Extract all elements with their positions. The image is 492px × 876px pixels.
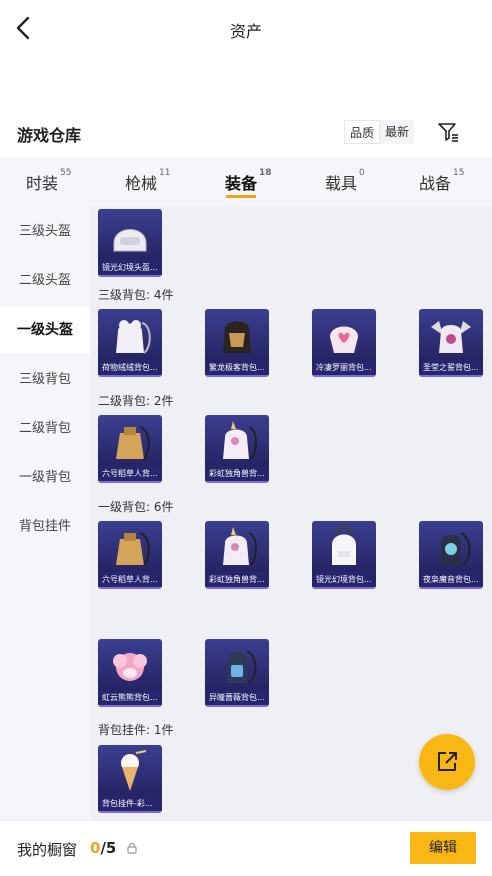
item-name: 背包挂件-彩...: [98, 796, 162, 811]
backpack-icon: [116, 320, 151, 354]
item-name: 繁龙极客背包...: [205, 360, 269, 375]
tab-vehicles[interactable]: 载具0: [325, 168, 365, 194]
sidebar-item-backpack-lv3[interactable]: 三级背包: [0, 357, 90, 403]
sidebar-item-backpack-lv2[interactable]: 二级背包: [0, 406, 90, 452]
item-card[interactable]: 镜光幻境背包...: [312, 521, 376, 589]
group-label: 三级背包: 4件: [98, 288, 174, 302]
tab-label: 枪械: [125, 174, 158, 193]
helmet-icon: [113, 229, 147, 252]
item-card[interactable]: 繁龙极客背包...: [205, 309, 269, 377]
tab-label: 时装: [26, 174, 59, 193]
backpack-icon: [330, 326, 358, 353]
backpack-icon: [223, 321, 251, 353]
group-label: 二级背包: 2件: [98, 394, 174, 408]
showcase-current: 0: [90, 839, 101, 857]
item-card[interactable]: 冷凄罗丽背包...: [312, 309, 376, 377]
backpack-icon: [431, 321, 471, 353]
item-name: 夜枭魔音背包...: [419, 572, 483, 587]
showcase-bar: 我的橱窗 0/5 编辑: [0, 820, 492, 876]
sidebar-item-helmet-lv2[interactable]: 二级头盔: [0, 258, 90, 304]
backpack-icon: [116, 426, 150, 460]
item-card[interactable]: 异瞳蔷薇背包...: [205, 639, 269, 707]
item-name: 虹云熊熊背包...: [98, 690, 162, 705]
group-label: 背包挂件: 1件: [98, 723, 174, 737]
backpack-icon: [441, 532, 471, 566]
edit-button[interactable]: 编辑: [410, 832, 476, 864]
sort-toggle: 品质 最新: [344, 120, 415, 144]
filter-icon[interactable]: [436, 120, 460, 144]
item-card[interactable]: 六号稻草人背...: [98, 521, 162, 589]
backpack-icon: [113, 653, 147, 681]
sidebar-item-helmet-lv3[interactable]: 三级头盔: [0, 209, 90, 255]
item-name: 镜光幻境背包...: [312, 572, 376, 587]
tab-label: 装备: [225, 174, 258, 193]
item-card[interactable]: 镜光幻境头盔...: [98, 209, 162, 277]
showcase-max: 5: [105, 839, 117, 857]
backpack-icon: [223, 421, 257, 460]
item-card[interactable]: 荷物绒绒背包...: [98, 309, 162, 377]
warehouse-header: 游戏仓库 品质 最新: [0, 114, 492, 150]
showcase-label: 我的橱窗: [17, 841, 78, 859]
backpack-icon: [223, 527, 257, 566]
item-card[interactable]: 背包挂件-彩...: [98, 745, 162, 813]
backpack-icon: [116, 532, 150, 566]
showcase-count: 0/5: [90, 839, 116, 857]
warehouse-title: 游戏仓库: [17, 126, 82, 145]
item-card[interactable]: 虹云熊熊背包...: [98, 639, 162, 707]
item-name: 冷凄罗丽背包...: [312, 360, 376, 375]
tab-count: 15: [453, 168, 465, 178]
sidebar-item-backpack-lv1[interactable]: 一级背包: [0, 455, 90, 501]
subcategory-sidebar: 三级头盔 二级头盔 一级头盔 三级背包 二级背包 一级背包 背包挂件: [0, 207, 90, 820]
item-name: 六号稻草人背...: [98, 466, 162, 481]
item-card[interactable]: 夜枭魔音背包...: [419, 521, 483, 589]
item-card[interactable]: 彩虹独角兽背...: [205, 415, 269, 483]
item-name: 异瞳蔷薇背包...: [205, 690, 269, 705]
sidebar-item-backpack-pendant[interactable]: 背包挂件: [0, 504, 90, 550]
item-card[interactable]: 六号稻草人背...: [98, 415, 162, 483]
sort-latest-button[interactable]: 最新: [380, 120, 414, 144]
tab-count: 0: [359, 168, 365, 178]
tab-count: 18: [259, 168, 272, 178]
item-name: 荷物绒绒背包...: [98, 360, 162, 375]
tab-supplies[interactable]: 战备15: [419, 168, 465, 194]
tab-count: 55: [60, 168, 72, 178]
item-name: 六号稻草人背...: [98, 572, 162, 587]
tab-equipment[interactable]: 装备18: [225, 168, 272, 194]
tab-label: 载具: [325, 174, 358, 193]
backpack-icon: [332, 526, 356, 565]
item-card[interactable]: 彩虹独角兽背...: [205, 521, 269, 589]
tab-fashion[interactable]: 时装55: [26, 168, 72, 194]
category-tabs: 时装55 枪械11 装备18 载具0 战备15: [0, 157, 492, 207]
sort-quality-button[interactable]: 品质: [344, 120, 381, 144]
ice-cream-pendant-icon: [121, 750, 147, 791]
page-title: 资产: [229, 22, 262, 41]
top-bar: 资产: [0, 0, 492, 60]
lock-icon: [127, 843, 137, 854]
item-name: 彩虹独角兽背...: [205, 572, 269, 587]
share-button[interactable]: [419, 734, 475, 790]
item-card[interactable]: 圣堂之誓背包...: [419, 309, 483, 377]
item-name: 圣堂之誓背包...: [419, 360, 483, 375]
group-label: 一级背包: 6件: [98, 500, 174, 514]
tab-weapons[interactable]: 枪械11: [125, 168, 171, 194]
item-name: 镜光幻境头盔...: [98, 260, 162, 275]
item-grid: 镜光幻境头盔... 三级背包: 4件 荷物绒绒背包... 繁龙极客背包... 冷…: [90, 207, 492, 820]
share-external-icon: [438, 752, 457, 771]
backpack-icon: [227, 650, 257, 684]
sidebar-item-helmet-lv1[interactable]: 一级头盔: [0, 307, 90, 353]
active-tab-indicator: [226, 195, 256, 198]
item-name: 彩虹独角兽背...: [205, 466, 269, 481]
tab-label: 战备: [419, 174, 452, 193]
tab-count: 11: [159, 168, 171, 178]
